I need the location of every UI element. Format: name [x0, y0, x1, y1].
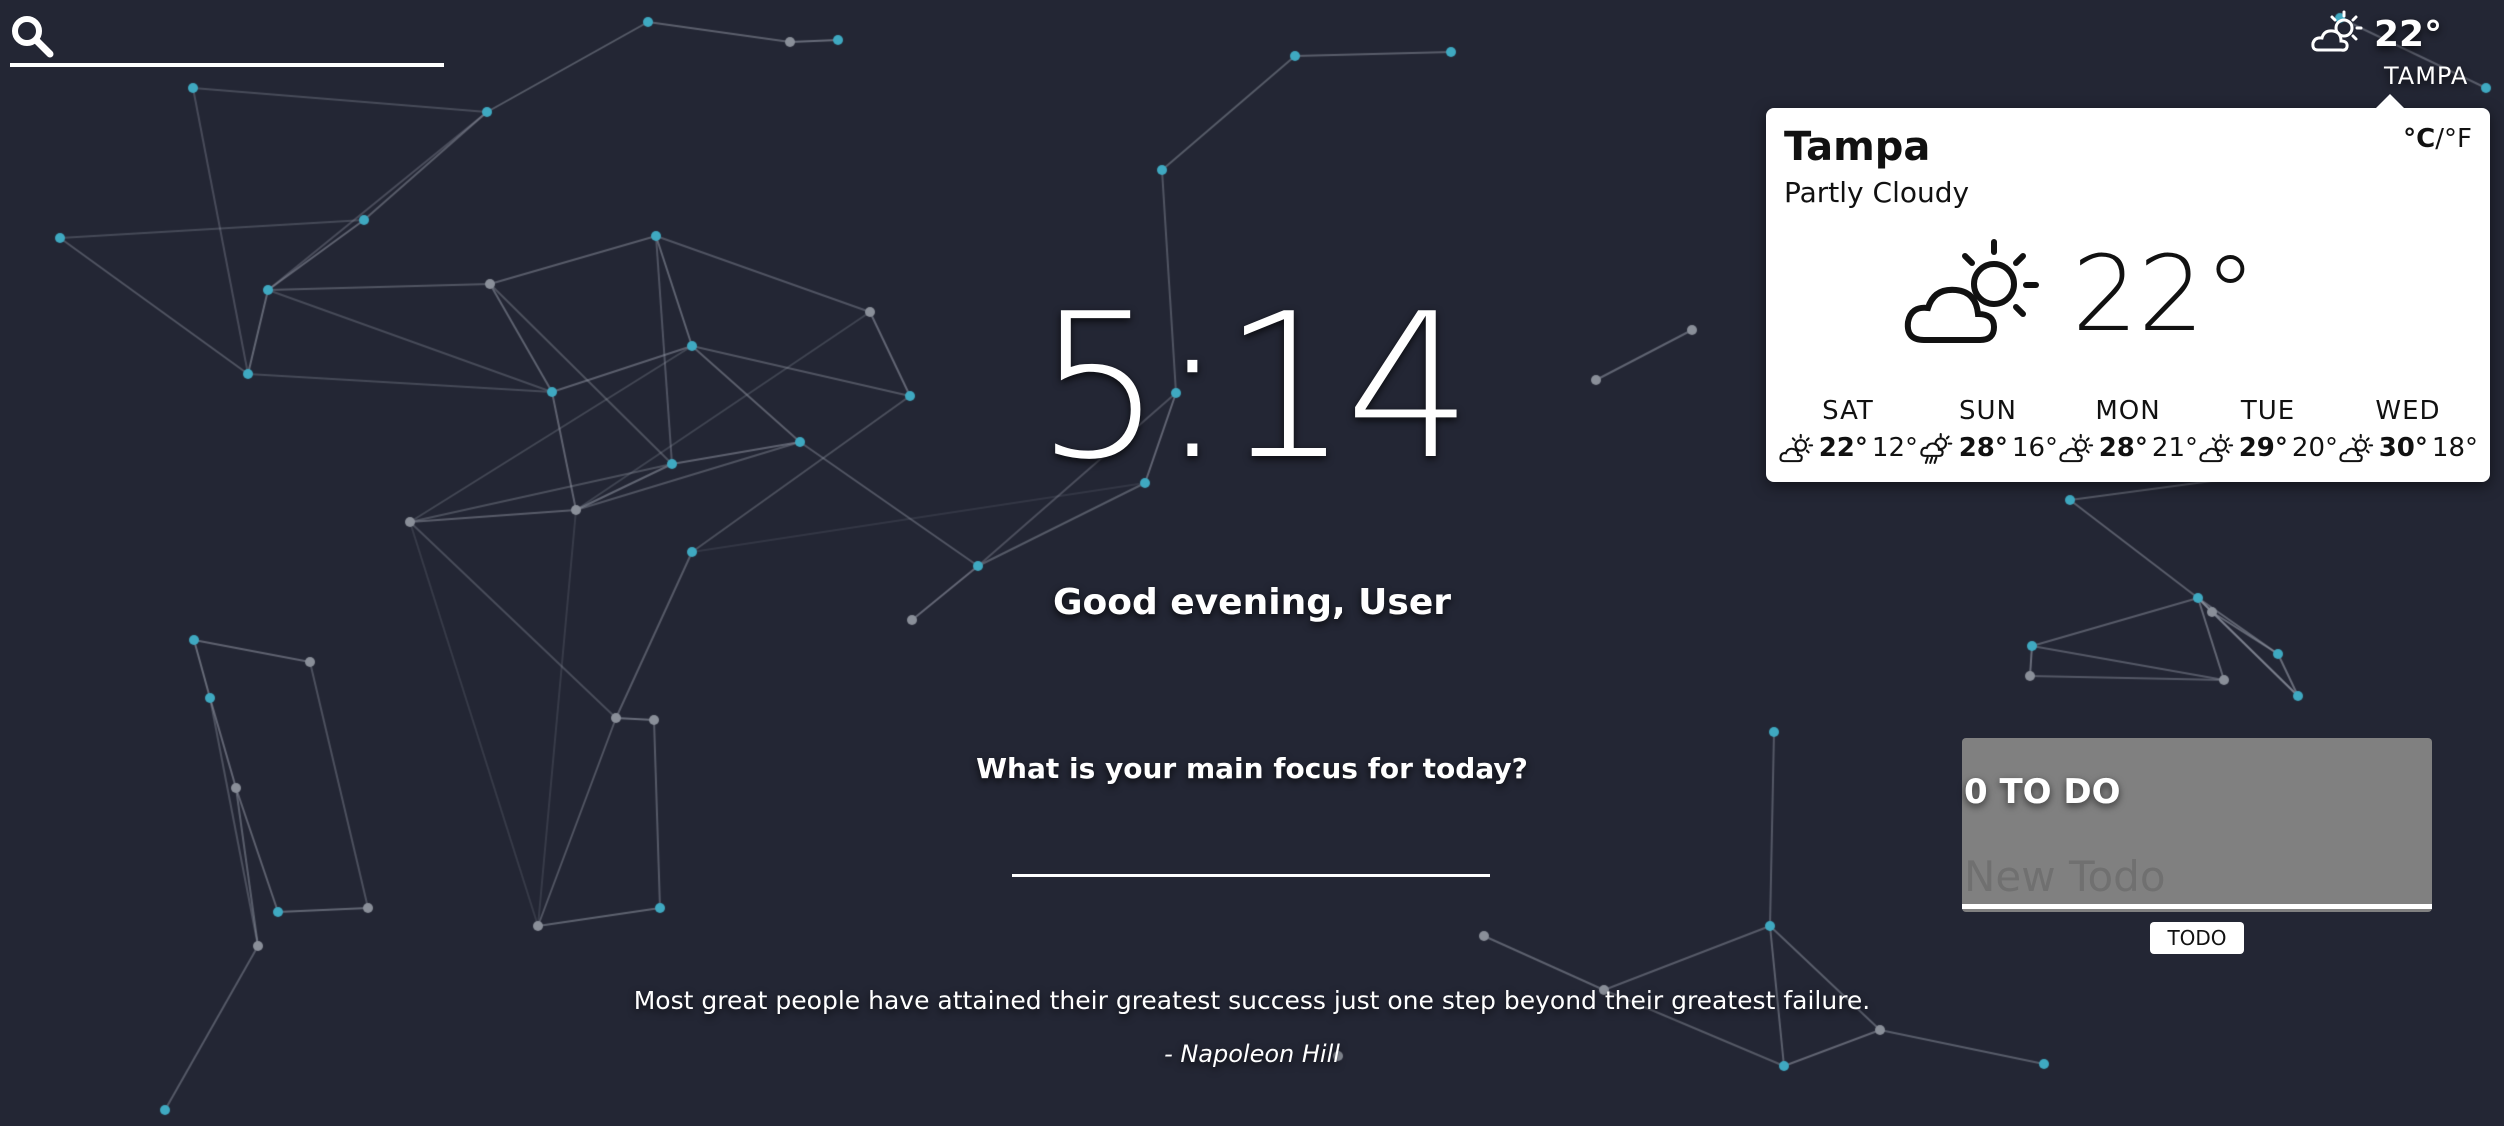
search-input[interactable]	[62, 8, 448, 64]
current-city: TAMPA	[2384, 62, 2469, 90]
quote-text: Most great people have attained their gr…	[633, 986, 1871, 1015]
weather-summary[interactable]: 22° TAMPA	[2310, 6, 2490, 96]
search-underline	[10, 63, 444, 67]
weather-condition: Partly Cloudy	[1784, 176, 1970, 209]
unit-separator: /	[2435, 124, 2445, 154]
clock: 5:14	[1035, 271, 1472, 504]
todo-count: 0 TO DO	[1964, 772, 2121, 812]
focus-input[interactable]	[1012, 812, 1494, 876]
todo-underline	[1962, 904, 2432, 909]
new-todo-input[interactable]	[1962, 848, 2436, 904]
current-temperature: 22°	[2374, 14, 2443, 55]
celsius-toggle[interactable]: °C	[2403, 124, 2435, 154]
weather-city: Tampa	[1784, 124, 1931, 170]
todo-panel: 0 TO DO	[1962, 738, 2436, 912]
partly-cloudy-icon	[2311, 10, 2363, 52]
fahrenheit-toggle[interactable]: °F	[2444, 124, 2472, 154]
quote-author: - Napoleon Hill	[1164, 1040, 1340, 1068]
search-icon[interactable]	[10, 14, 54, 58]
focus-underline	[1012, 874, 1490, 877]
search-bar	[10, 8, 448, 67]
greeting: Good evening, User	[1052, 582, 1452, 623]
todo-button[interactable]: TODO	[2150, 922, 2244, 954]
unit-toggle: °C/°F	[2403, 124, 2472, 154]
